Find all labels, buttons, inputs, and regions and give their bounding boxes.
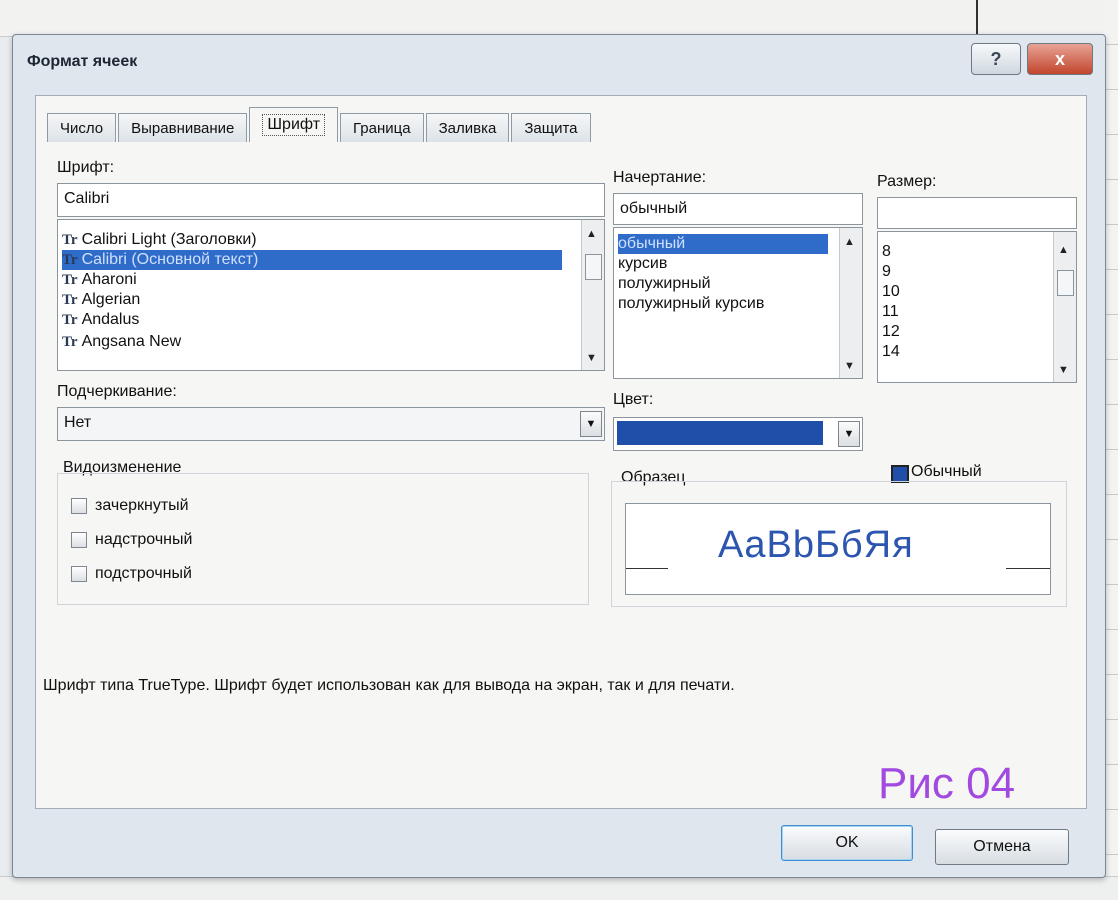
font-item-label: Calibri (Основной текст) [81, 251, 259, 268]
truetype-icon: Tr [62, 334, 78, 350]
format-cells-dialog: Формат ячеек ? x Число Выравнивание Шриф… [12, 34, 1106, 878]
scroll-down-icon[interactable]: ▼ [586, 352, 597, 364]
scroll-thumb[interactable] [585, 254, 602, 280]
size-list-item[interactable]: 10 [882, 282, 900, 302]
superscript-checkbox[interactable]: надстрочный [71, 531, 192, 549]
checkbox-icon [71, 566, 87, 582]
size-label: Размер: [877, 173, 937, 190]
style-input[interactable]: обычный [613, 193, 863, 225]
close-icon: x [1054, 48, 1065, 69]
tab-label: Заливка [438, 119, 497, 137]
tab-label: Шрифт [262, 114, 326, 136]
size-input[interactable] [877, 197, 1077, 229]
title-bar: Формат ячеек ? x [13, 35, 1105, 89]
style-input-value: обычный [620, 200, 688, 217]
preview-sample-text: AaBbБбЯя [718, 524, 914, 566]
tab-label: Защита [524, 119, 578, 137]
scroll-up-icon[interactable]: ▲ [844, 236, 855, 248]
font-item-label: Algerian [81, 291, 141, 308]
font-item-label: Angsana New [81, 333, 182, 350]
style-label: Начертание: [613, 169, 707, 186]
truetype-icon: Tr [62, 232, 78, 248]
strikethrough-checkbox[interactable]: зачеркнутый [71, 497, 189, 515]
font-input-value: Calibri [64, 190, 110, 207]
style-list-item[interactable]: полужирный курсив [618, 294, 764, 314]
spreadsheet-bottom [0, 876, 1118, 900]
tab-font[interactable]: Шрифт [249, 107, 339, 142]
font-input[interactable]: Calibri [57, 183, 605, 217]
cancel-button[interactable]: Отмена [935, 829, 1069, 865]
font-item-label: Aharoni [81, 271, 137, 288]
figure-watermark: Рис 04 [878, 759, 1016, 808]
scroll-up-icon[interactable]: ▲ [1058, 244, 1069, 256]
dialog-title: Формат ячеек [27, 53, 138, 70]
tab-label: Выравнивание [131, 119, 235, 137]
style-list-item[interactable]: курсив [618, 254, 667, 274]
scroll-thumb[interactable] [1057, 270, 1074, 296]
spreadsheet-background [0, 0, 1118, 37]
help-button[interactable]: ? [971, 43, 1021, 75]
spreadsheet-edge [1104, 0, 1118, 899]
truetype-icon: Tr [62, 272, 78, 288]
tab-number[interactable]: Число [47, 113, 117, 142]
underline-value: Нет [64, 414, 92, 431]
size-list-item[interactable]: 11 [882, 302, 899, 322]
style-list[interactable]: обычный курсив полужирный полужирный кур… [613, 227, 863, 379]
color-swatch-bar [617, 421, 823, 445]
truetype-icon: Tr [62, 312, 78, 328]
subscript-checkbox[interactable]: подстрочный [71, 565, 192, 583]
scroll-down-icon[interactable]: ▼ [844, 360, 855, 372]
font-list[interactable]: Tr Calibri Light (Заголовки) Tr Calibri (О… [57, 219, 605, 371]
font-item-label: Andalus [81, 311, 140, 328]
tab-label: Граница [353, 119, 411, 137]
grid-line [976, 0, 978, 36]
style-list-item[interactable]: полужирный [618, 274, 711, 294]
checkbox-icon [71, 498, 87, 514]
underline-label: Подчеркивание: [57, 383, 177, 400]
size-list-item[interactable]: 9 [882, 262, 891, 282]
underline-select[interactable]: Нет ▼ [57, 407, 605, 441]
tab-fill[interactable]: Заливка [425, 113, 510, 142]
strikethrough-label: зачеркнутый [95, 497, 189, 514]
chevron-down-icon[interactable]: ▼ [580, 411, 602, 437]
baseline-left [626, 568, 668, 569]
font-label: Шрифт: [57, 159, 115, 176]
size-list-scrollbar[interactable]: ▲ ▼ [1053, 232, 1076, 382]
style-list-scrollbar[interactable]: ▲ ▼ [839, 228, 862, 378]
font-list-scrollbar[interactable]: ▲ ▼ [581, 220, 604, 370]
size-list[interactable]: 8 9 10 11 12 14 ▲ ▼ [877, 231, 1077, 383]
tab-alignment[interactable]: Выравнивание [118, 113, 248, 142]
superscript-label: надстрочный [95, 531, 193, 548]
chevron-down-icon[interactable]: ▼ [838, 421, 860, 447]
font-list-item[interactable]: Tr Algerian [62, 290, 140, 310]
normal-color-label: Обычный [911, 463, 982, 480]
size-list-item[interactable]: 12 [882, 322, 900, 342]
tab-label: Число [60, 119, 104, 137]
preview-box: AaBbБбЯя [625, 503, 1051, 595]
baseline-right [1006, 568, 1050, 569]
tab-protection[interactable]: Защита [511, 113, 591, 142]
font-list-item[interactable]: Tr Aharoni [62, 270, 137, 290]
tab-border[interactable]: Граница [340, 113, 424, 142]
tab-strip: Число Выравнивание Шрифт Граница Заливка… [47, 107, 593, 143]
truetype-icon: Tr [62, 252, 78, 268]
close-button[interactable]: x [1027, 43, 1093, 75]
font-list-item[interactable]: Tr Calibri Light (Заголовки) [62, 230, 257, 250]
font-list-item[interactable]: Tr Andalus [62, 310, 139, 330]
font-list-item[interactable]: Tr Angsana New [62, 332, 181, 352]
font-list-item-selected[interactable]: Tr Calibri (Основной текст) [62, 250, 562, 270]
color-label: Цвет: [613, 391, 654, 408]
description-text: Шрифт типа TrueType. Шрифт будет использ… [43, 677, 735, 694]
color-select[interactable]: ▼ [613, 417, 863, 451]
truetype-icon: Tr [62, 292, 78, 308]
scroll-down-icon[interactable]: ▼ [1058, 364, 1069, 376]
ok-button[interactable]: OK [781, 825, 913, 861]
style-list-item-selected[interactable]: обычный [618, 234, 828, 254]
scroll-up-icon[interactable]: ▲ [586, 228, 597, 240]
font-item-label: Calibri Light (Заголовки) [81, 231, 257, 248]
checkbox-icon [71, 532, 87, 548]
size-list-item[interactable]: 14 [882, 342, 900, 362]
size-list-item[interactable]: 8 [882, 242, 891, 262]
subscript-label: подстрочный [95, 565, 192, 582]
